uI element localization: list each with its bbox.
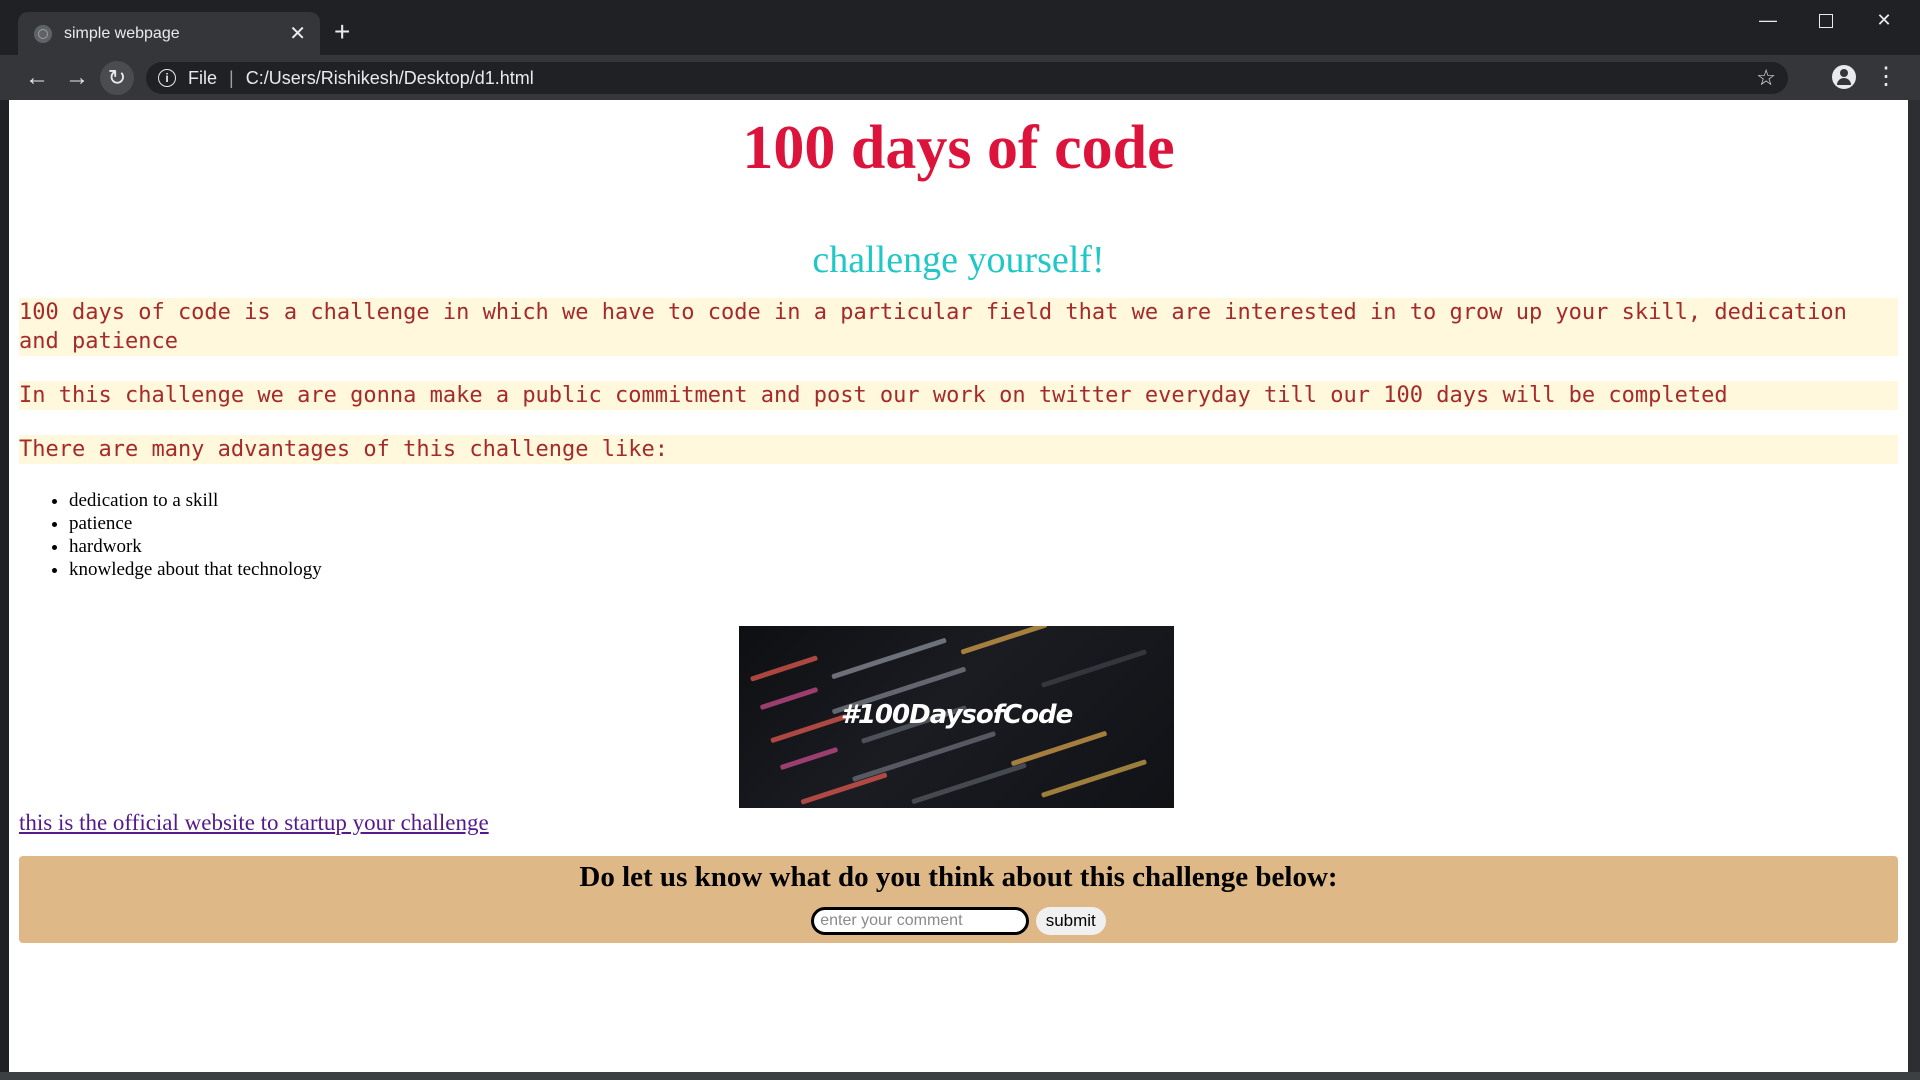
page-body: 100 days of code challenge yourself! 100…: [9, 110, 1908, 943]
comment-input[interactable]: [811, 907, 1030, 935]
browser-toolbar: ← → ↻ i File | C:/Users/Rishikesh/Deskto…: [0, 55, 1920, 100]
tab-simple-webpage[interactable]: simple webpage ✕: [18, 12, 320, 55]
page-title: 100 days of code: [742, 114, 1175, 182]
comment-form: submit: [19, 907, 1898, 935]
reload-icon[interactable]: ↻: [100, 61, 134, 95]
account-icon[interactable]: [1832, 65, 1856, 89]
info-icon[interactable]: i: [158, 69, 176, 87]
minimize-icon[interactable]: —: [1740, 6, 1796, 34]
list-item: dedication to a skill: [69, 489, 1898, 512]
page-subtitle: challenge yourself!: [812, 239, 1105, 281]
window-scrollbar[interactable]: [1908, 100, 1920, 1072]
commitment-paragraph: In this challenge we are gonna make a pu…: [19, 381, 1898, 410]
address-separator: |: [229, 67, 234, 88]
page-viewport: 100 days of code challenge yourself! 100…: [9, 100, 1908, 1072]
image-caption: #100DaysofCode: [840, 700, 1073, 730]
list-item: hardwork: [69, 535, 1898, 558]
submit-button[interactable]: submit: [1035, 907, 1106, 935]
address-path: C:/Users/Rishikesh/Desktop/d1.html: [245, 67, 534, 88]
advantages-list: dedication to a skill patience hardwork …: [19, 489, 1898, 581]
address-bar[interactable]: i File | C:/Users/Rishikesh/Desktop/d1.h…: [146, 62, 1788, 94]
advantages-paragraph: There are many advantages of this challe…: [19, 435, 1898, 464]
comment-section: Do let us know what do you think about t…: [19, 856, 1898, 943]
close-tab-icon[interactable]: ✕: [289, 24, 306, 44]
official-website-link[interactable]: this is the official website to startup …: [19, 808, 489, 838]
image-container: #100DaysofCode: [19, 626, 1898, 808]
star-icon[interactable]: ☆: [1756, 65, 1776, 91]
taskbar-strip: [0, 1072, 1920, 1080]
comment-heading: Do let us know what do you think about t…: [579, 861, 1338, 893]
globe-icon: [34, 24, 52, 43]
new-tab-icon[interactable]: +: [334, 18, 350, 46]
arrow-right-icon[interactable]: →: [60, 61, 94, 95]
intro-paragraph: 100 days of code is a challenge in which…: [19, 298, 1898, 356]
list-item: patience: [69, 512, 1898, 535]
window-close-icon[interactable]: ✕: [1856, 6, 1912, 34]
arrow-left-icon[interactable]: ←: [20, 61, 54, 95]
100-days-of-code-image: #100DaysofCode: [739, 626, 1174, 808]
kebab-menu-icon[interactable]: ⋮: [1874, 65, 1898, 89]
list-item: knowledge about that technology: [69, 558, 1898, 581]
maximize-icon[interactable]: [1798, 6, 1854, 34]
address-scheme: File: [188, 67, 218, 88]
tab-title: simple webpage: [64, 24, 180, 42]
tab-strip: simple webpage ✕ + — ✕: [0, 0, 1920, 55]
